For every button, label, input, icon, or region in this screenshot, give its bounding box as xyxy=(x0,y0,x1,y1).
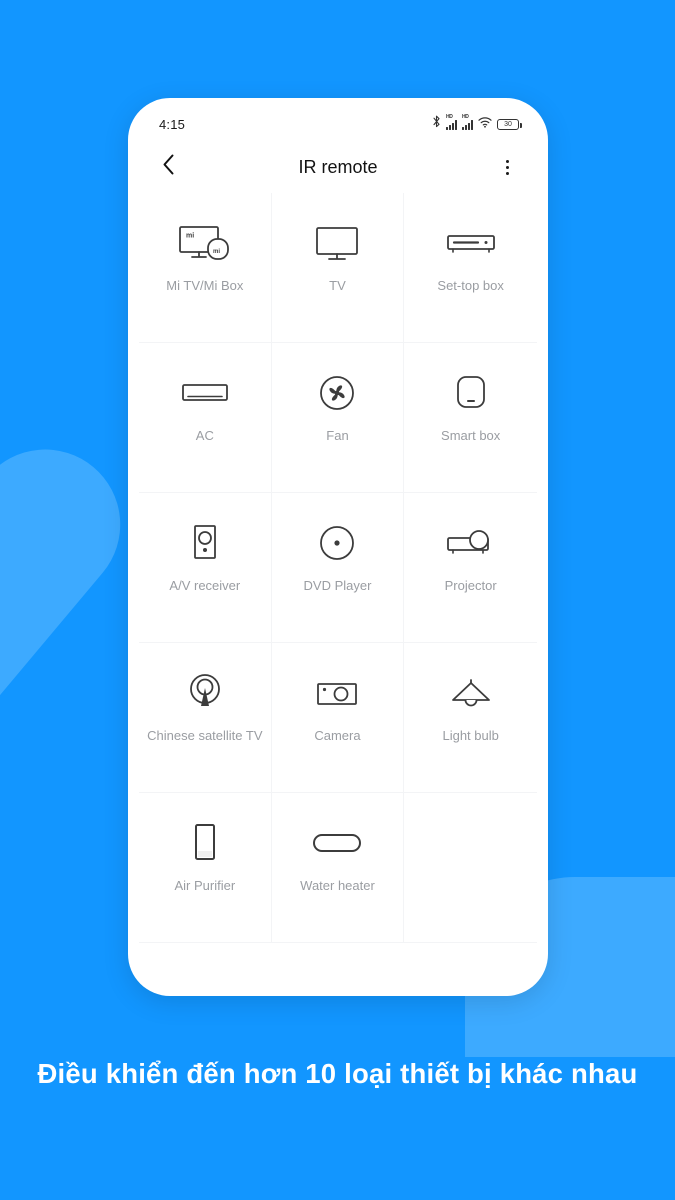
status-bar: 4:15 HD HD 30 xyxy=(137,107,539,141)
battery-level: 30 xyxy=(504,120,512,128)
fan-icon xyxy=(317,367,357,419)
device-label: Air Purifier xyxy=(174,878,236,893)
hd-label-2: HD xyxy=(462,114,469,120)
projector-icon xyxy=(445,517,497,569)
device-label: Projector xyxy=(444,578,497,593)
svg-text:mi: mi xyxy=(213,249,220,255)
device-label: Fan xyxy=(326,428,349,443)
device-cell-water-heater[interactable]: Water heater xyxy=(271,793,405,943)
device-label: Set-top box xyxy=(437,278,504,293)
device-cell-light-bulb[interactable]: Light bulb xyxy=(404,643,537,793)
device-cell-chinese-satellite-tv[interactable]: Chinese satellite TV xyxy=(139,643,272,793)
signal-hd-icon-1: HD xyxy=(446,114,457,130)
page-title: IR remote xyxy=(298,156,378,177)
device-label: Camera xyxy=(314,728,361,743)
device-cell-empty xyxy=(404,793,537,943)
device-label: AC xyxy=(195,428,214,443)
status-time: 4:15 xyxy=(159,116,186,132)
device-cell-ac[interactable]: AC xyxy=(139,343,272,493)
more-vertical-icon-dot xyxy=(505,159,509,163)
air-conditioner-icon xyxy=(180,367,230,419)
device-label: Mi TV/Mi Box xyxy=(166,278,244,293)
water-heater-icon xyxy=(311,817,363,869)
device-cell-set-top-box[interactable]: Set-top box xyxy=(404,193,537,343)
tv-icon xyxy=(312,217,362,269)
battery-icon: 30 xyxy=(497,118,522,130)
air-purifier-icon xyxy=(191,817,219,869)
wifi-icon xyxy=(478,115,492,133)
dvd-player-icon xyxy=(317,517,357,569)
device-label: TV xyxy=(329,278,346,293)
device-label: Smart box xyxy=(441,428,501,443)
satellite-dish-icon xyxy=(185,667,225,719)
status-icons: HD HD 30 xyxy=(432,114,522,133)
device-cell-tv[interactable]: TV xyxy=(271,193,405,343)
more-vertical-icon-dot xyxy=(505,171,509,175)
device-label: DVD Player xyxy=(303,578,372,593)
smart-box-icon xyxy=(454,367,488,419)
device-cell-camera[interactable]: Camera xyxy=(271,643,405,793)
device-cell-air-purifier[interactable]: Air Purifier xyxy=(139,793,272,943)
chevron-left-icon xyxy=(162,154,175,180)
app-bar: IR remote xyxy=(137,141,539,193)
phone-mockup: 4:15 HD HD 30 IR remote mi mi Mi TV/Mi B… xyxy=(128,98,548,996)
device-cell-fan[interactable]: Fan xyxy=(271,343,405,493)
overflow-menu-button[interactable] xyxy=(493,152,521,182)
device-label: Light bulb xyxy=(442,728,499,743)
back-button[interactable] xyxy=(153,152,183,182)
device-cell-dvd-player[interactable]: DVD Player xyxy=(271,493,405,643)
device-label: Chinese satellite TV xyxy=(147,728,263,743)
svg-text:mi: mi xyxy=(186,233,194,240)
set-top-box-icon xyxy=(445,217,497,269)
device-label: A/V receiver xyxy=(169,578,241,593)
device-grid: mi mi Mi TV/Mi Box TV Set-top box AC Fan… xyxy=(137,193,539,943)
av-receiver-icon xyxy=(190,517,220,569)
device-cell-smart-box[interactable]: Smart box xyxy=(404,343,537,493)
signal-hd-icon-2: HD xyxy=(462,114,473,130)
device-label: Water heater xyxy=(300,878,375,893)
device-cell-projector[interactable]: Projector xyxy=(404,493,537,643)
more-vertical-icon-dot xyxy=(505,165,509,169)
phone-screen: 4:15 HD HD 30 IR remote mi mi Mi TV/Mi B… xyxy=(137,107,539,987)
promo-caption: Điều khiển đến hơn 10 loại thiết bị khác… xyxy=(37,1058,638,1089)
device-cell-av-receiver[interactable]: A/V receiver xyxy=(139,493,272,643)
device-cell-mi-tv-mi-box[interactable]: mi mi Mi TV/Mi Box xyxy=(139,193,272,343)
light-bulb-icon xyxy=(448,667,494,719)
mi-tv-box-icon: mi mi xyxy=(177,217,233,269)
camera-icon xyxy=(315,667,359,719)
hd-label-1: HD xyxy=(446,114,453,120)
bluetooth-icon xyxy=(432,115,441,133)
